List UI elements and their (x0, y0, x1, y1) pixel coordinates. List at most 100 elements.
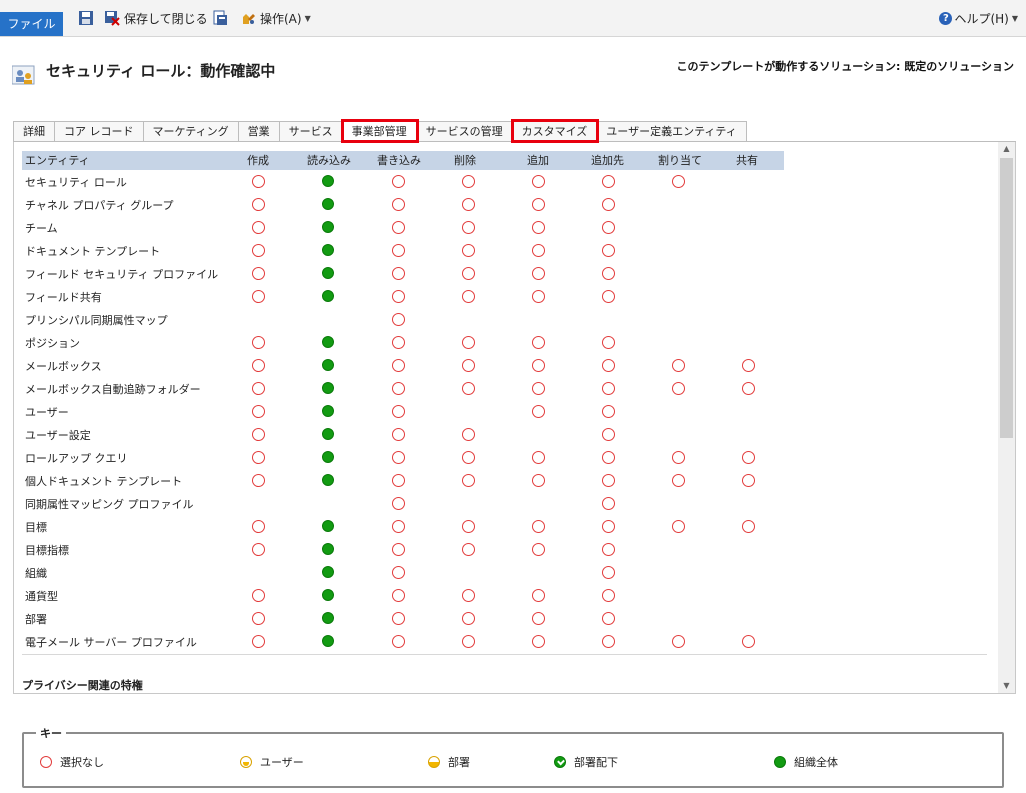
privilege-none-icon[interactable] (462, 635, 475, 648)
privilege-none-icon[interactable] (532, 635, 545, 648)
tab-item[interactable]: サービスの管理 (416, 121, 513, 141)
privilege-none-icon[interactable] (602, 405, 615, 418)
privilege-none-icon[interactable] (252, 359, 265, 372)
privilege-none-icon[interactable] (742, 382, 755, 395)
print-button[interactable] (212, 8, 232, 28)
save-button[interactable] (78, 8, 98, 28)
privilege-none-icon[interactable] (252, 405, 265, 418)
privilege-none-icon[interactable] (602, 175, 615, 188)
privilege-none-icon[interactable] (462, 198, 475, 211)
privilege-none-icon[interactable] (252, 244, 265, 257)
privilege-none-icon[interactable] (532, 336, 545, 349)
privilege-none-icon[interactable] (532, 244, 545, 257)
tab-item[interactable]: 詳細 (13, 121, 55, 141)
privilege-organization-icon[interactable] (322, 451, 334, 463)
privilege-none-icon[interactable] (392, 451, 405, 464)
privilege-none-icon[interactable] (462, 543, 475, 556)
privilege-none-icon[interactable] (532, 405, 545, 418)
privilege-none-icon[interactable] (462, 290, 475, 303)
privilege-none-icon[interactable] (532, 543, 545, 556)
privilege-none-icon[interactable] (462, 336, 475, 349)
privilege-none-icon[interactable] (602, 267, 615, 280)
privilege-none-icon[interactable] (672, 474, 685, 487)
privilege-none-icon[interactable] (742, 474, 755, 487)
privilege-none-icon[interactable] (392, 543, 405, 556)
privilege-none-icon[interactable] (742, 451, 755, 464)
privilege-organization-icon[interactable] (322, 175, 334, 187)
privilege-none-icon[interactable] (532, 267, 545, 280)
privilege-organization-icon[interactable] (322, 405, 334, 417)
tab-item[interactable]: カスタマイズ (510, 119, 600, 143)
privilege-none-icon[interactable] (532, 359, 545, 372)
privilege-none-icon[interactable] (532, 290, 545, 303)
privilege-none-icon[interactable] (252, 221, 265, 234)
privilege-none-icon[interactable] (252, 612, 265, 625)
privilege-none-icon[interactable] (392, 520, 405, 533)
privilege-organization-icon[interactable] (322, 198, 334, 210)
privilege-none-icon[interactable] (672, 382, 685, 395)
privilege-none-icon[interactable] (602, 589, 615, 602)
privilege-none-icon[interactable] (532, 589, 545, 602)
privilege-none-icon[interactable] (462, 244, 475, 257)
privilege-none-icon[interactable] (252, 543, 265, 556)
privilege-none-icon[interactable] (532, 451, 545, 464)
privilege-none-icon[interactable] (252, 451, 265, 464)
tab-item[interactable]: 事業部管理 (340, 119, 419, 143)
privilege-none-icon[interactable] (742, 359, 755, 372)
privilege-none-icon[interactable] (602, 543, 615, 556)
privilege-none-icon[interactable] (392, 359, 405, 372)
privilege-organization-icon[interactable] (322, 221, 334, 233)
privilege-none-icon[interactable] (602, 244, 615, 257)
tab-item[interactable]: サービス (279, 121, 343, 141)
privilege-none-icon[interactable] (602, 520, 615, 533)
privilege-organization-icon[interactable] (322, 267, 334, 279)
privilege-none-icon[interactable] (602, 359, 615, 372)
privilege-none-icon[interactable] (462, 428, 475, 441)
file-button[interactable]: ファイル (0, 12, 63, 36)
privilege-none-icon[interactable] (532, 520, 545, 533)
privilege-none-icon[interactable] (462, 267, 475, 280)
privilege-none-icon[interactable] (462, 175, 475, 188)
privilege-none-icon[interactable] (252, 382, 265, 395)
privilege-none-icon[interactable] (392, 497, 405, 510)
privilege-organization-icon[interactable] (322, 566, 334, 578)
privilege-none-icon[interactable] (392, 612, 405, 625)
privilege-none-icon[interactable] (392, 267, 405, 280)
privilege-none-icon[interactable] (532, 175, 545, 188)
scroll-up-icon[interactable]: ▲ (998, 142, 1015, 156)
privilege-organization-icon[interactable] (322, 290, 334, 302)
privilege-none-icon[interactable] (742, 635, 755, 648)
privilege-none-icon[interactable] (602, 612, 615, 625)
privilege-none-icon[interactable] (602, 428, 615, 441)
privilege-none-icon[interactable] (462, 221, 475, 234)
privilege-organization-icon[interactable] (322, 428, 334, 440)
privilege-none-icon[interactable] (602, 221, 615, 234)
privilege-none-icon[interactable] (252, 175, 265, 188)
privilege-none-icon[interactable] (392, 428, 405, 441)
privilege-none-icon[interactable] (602, 198, 615, 211)
help-menu[interactable]: ? ヘルプ(H) ▼ (939, 10, 1018, 27)
privilege-none-icon[interactable] (252, 589, 265, 602)
privilege-none-icon[interactable] (602, 451, 615, 464)
privilege-organization-icon[interactable] (322, 336, 334, 348)
privilege-none-icon[interactable] (462, 451, 475, 464)
privilege-none-icon[interactable] (392, 198, 405, 211)
tab-item[interactable]: コア レコード (55, 121, 144, 141)
privilege-none-icon[interactable] (392, 175, 405, 188)
privilege-none-icon[interactable] (252, 198, 265, 211)
privilege-organization-icon[interactable] (322, 474, 334, 486)
privilege-none-icon[interactable] (602, 290, 615, 303)
tab-item[interactable]: 営業 (238, 121, 280, 141)
privilege-none-icon[interactable] (462, 474, 475, 487)
privilege-none-icon[interactable] (532, 612, 545, 625)
privilege-none-icon[interactable] (252, 520, 265, 533)
privilege-none-icon[interactable] (252, 635, 265, 648)
tab-item[interactable]: マーケティング (143, 121, 239, 141)
privilege-none-icon[interactable] (252, 336, 265, 349)
privilege-none-icon[interactable] (742, 520, 755, 533)
privilege-none-icon[interactable] (252, 428, 265, 441)
privilege-none-icon[interactable] (602, 497, 615, 510)
privilege-none-icon[interactable] (672, 451, 685, 464)
privilege-organization-icon[interactable] (322, 382, 334, 394)
tab-item[interactable]: ユーザー定義エンティティ (597, 121, 747, 141)
